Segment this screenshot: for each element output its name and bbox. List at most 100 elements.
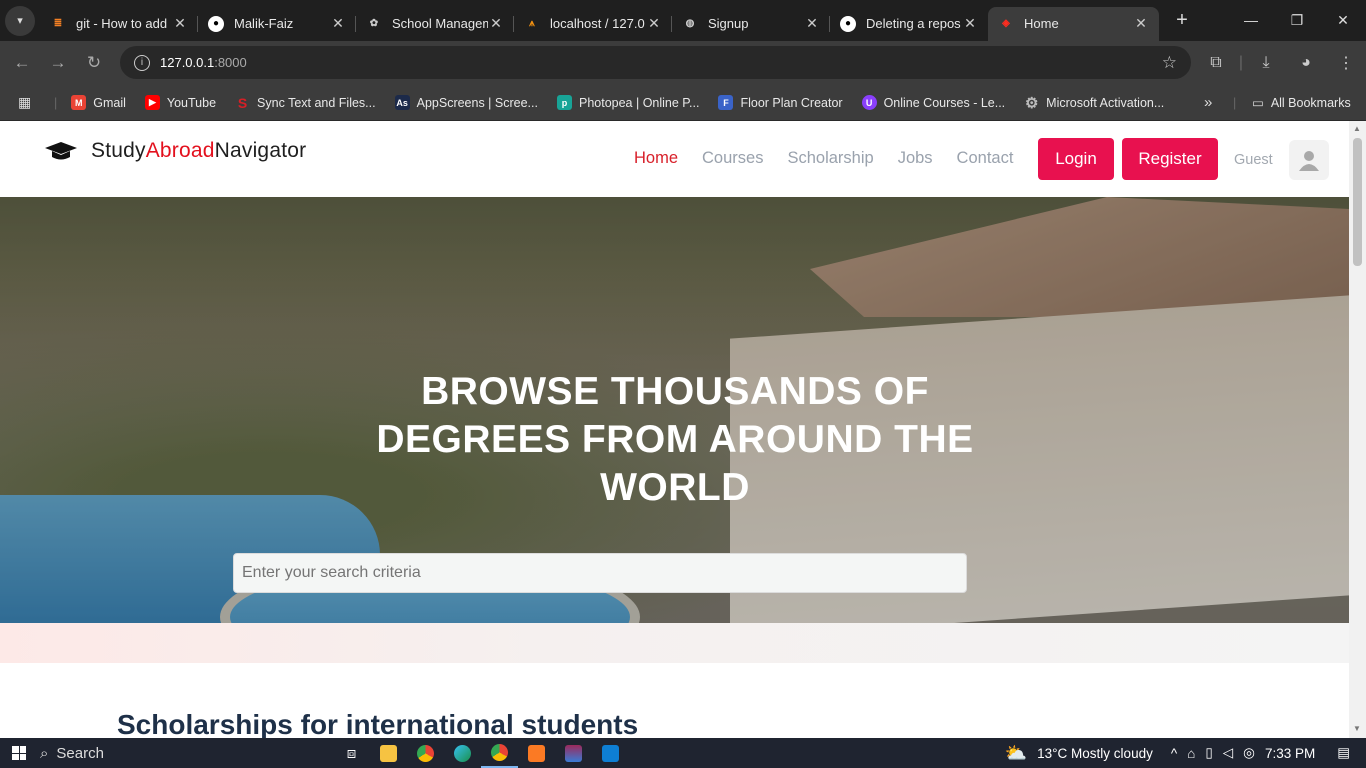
close-tab-icon[interactable]: ✕ xyxy=(962,15,978,32)
sync-icon: S xyxy=(237,94,248,111)
forward-arrow-icon[interactable]: → xyxy=(40,53,76,73)
nav-contact[interactable]: Contact xyxy=(957,149,1014,168)
edge-icon[interactable] xyxy=(444,738,481,768)
tab-title: Signup xyxy=(708,16,749,31)
vscode-icon[interactable] xyxy=(592,738,629,768)
back-arrow-icon[interactable]: ← xyxy=(4,53,40,73)
close-tab-icon[interactable]: ✕ xyxy=(1133,15,1149,32)
kebab-menu-icon[interactable]: ⋮ xyxy=(1326,53,1366,73)
stackoverflow-icon: ≣ xyxy=(53,18,63,29)
site-navbar: StudyAbroadNavigator Home Courses Schola… xyxy=(0,121,1349,197)
close-window-icon[interactable]: ✕ xyxy=(1320,0,1366,40)
chrome-icon[interactable] xyxy=(407,738,444,768)
user-icon xyxy=(1299,151,1319,171)
speaker-muted-icon[interactable]: ◁ xyxy=(1223,745,1233,761)
download-icon[interactable]: ⤓ xyxy=(1246,54,1286,72)
browser-tab[interactable]: ◍ Signup ✕ xyxy=(672,7,830,41)
restore-icon[interactable]: ❐ xyxy=(1274,0,1320,40)
address-bar[interactable]: i 127.0.0.1:8000 ☆ xyxy=(120,46,1191,79)
bookmark-label: Microsoft Activation... xyxy=(1046,95,1165,110)
photopea-icon: p xyxy=(556,95,572,110)
bookmark-label: Gmail xyxy=(93,95,126,110)
main-menu: Home Courses Scholarship Jobs Contact xyxy=(634,149,1037,168)
close-tab-icon[interactable]: ✕ xyxy=(646,15,662,32)
user-avatar[interactable] xyxy=(1289,140,1329,180)
scroll-up-icon[interactable]: ▲ xyxy=(1353,124,1361,133)
bookmark-appscreens[interactable]: As AppScreens | Scree... xyxy=(394,95,538,110)
nav-jobs[interactable]: Jobs xyxy=(898,149,933,168)
site-info-icon[interactable]: i xyxy=(134,54,150,71)
chevron-up-icon[interactable]: ^ xyxy=(1171,746,1177,761)
bookmark-star-icon[interactable]: ☆ xyxy=(1162,53,1177,73)
notifications-icon[interactable]: ▤ xyxy=(1337,745,1350,761)
browser-toolbar: ← → ↻ i 127.0.0.1:8000 ☆ ⧉ | ⤓ ◕ ⋮ xyxy=(0,41,1366,85)
browser-tab[interactable]: ● Malik-Faiz ✕ xyxy=(198,7,356,41)
register-button[interactable]: Register xyxy=(1122,138,1218,180)
login-button[interactable]: Login xyxy=(1038,138,1114,180)
hero-search-input[interactable] xyxy=(233,553,967,593)
close-tab-icon[interactable]: ✕ xyxy=(172,15,188,32)
close-tab-icon[interactable]: ✕ xyxy=(804,15,820,32)
task-view-icon[interactable]: ⧈ xyxy=(333,738,370,768)
browser-tab-active[interactable]: ◈ Home ✕ xyxy=(988,6,1159,41)
decorative-band xyxy=(0,623,1349,663)
bookmark-gmail[interactable]: M Gmail xyxy=(71,95,126,110)
bookmark-photopea[interactable]: p Photopea | Online P... xyxy=(556,95,699,110)
file-explorer-icon[interactable] xyxy=(370,738,407,768)
taskbar-search[interactable]: ⌕ Search xyxy=(40,745,230,762)
folder-icon: ▭ xyxy=(1252,96,1264,110)
profile-avatar-icon[interactable]: ◕ xyxy=(1286,54,1326,72)
more-bookmarks-chevron-icon[interactable]: » xyxy=(1204,94,1212,111)
appscreens-icon: As xyxy=(394,95,410,110)
bookmark-label: YouTube xyxy=(166,95,217,110)
bookmark-sync[interactable]: S Sync Text and Files... xyxy=(235,94,376,111)
nav-courses[interactable]: Courses xyxy=(702,149,763,168)
xampp-icon[interactable] xyxy=(518,738,555,768)
nav-scholarship[interactable]: Scholarship xyxy=(787,149,873,168)
bookmarks-bar: ▦ | M Gmail ▶ YouTube S Sync Text and Files… xyxy=(0,85,1366,121)
winrar-icon[interactable] xyxy=(555,738,592,768)
tab-search-chevron-icon[interactable]: ▾ xyxy=(5,5,35,36)
bookmark-label: AppScreens | Scree... xyxy=(416,95,538,110)
reload-icon[interactable]: ↻ xyxy=(76,53,112,73)
bookmark-label: Floor Plan Creator xyxy=(740,95,843,110)
bookmark-floorplan[interactable]: F Floor Plan Creator xyxy=(718,95,843,110)
graduation-cap-icon xyxy=(45,142,77,160)
browser-tab-bar: ▾ ≣ git - How to add ✕ ● Malik-Faiz ✕ ✿ Schoo… xyxy=(0,0,1366,41)
apps-grid-icon[interactable]: ▦ xyxy=(18,94,44,111)
browser-tab[interactable]: ● Deleting a repos ✕ xyxy=(830,7,988,41)
tab-title: School Managem xyxy=(392,16,488,31)
page-scrollbar[interactable]: ▲ ▼ xyxy=(1349,121,1366,738)
nav-home[interactable]: Home xyxy=(634,149,678,168)
globe-network-icon[interactable]: ◎ xyxy=(1243,745,1255,761)
close-tab-icon[interactable]: ✕ xyxy=(488,15,504,32)
clock-time[interactable]: 7:33 PM xyxy=(1265,746,1315,761)
bookmarks-divider: | xyxy=(1233,95,1237,110)
site-logo[interactable]: StudyAbroadNavigator xyxy=(45,139,306,163)
minimize-icon[interactable]: — xyxy=(1228,0,1274,40)
bookmark-microsoft[interactable]: ⚙ Microsoft Activation... xyxy=(1024,95,1165,112)
search-icon: ⌕ xyxy=(40,744,49,762)
laravel-icon: ◈ xyxy=(1002,18,1010,29)
browser-tab[interactable]: ⩚ localhost / 127.0 ✕ xyxy=(514,7,672,41)
chrome-active-icon[interactable] xyxy=(481,738,518,768)
browser-tab[interactable]: ✿ School Managem ✕ xyxy=(356,7,514,41)
new-tab-plus-icon[interactable]: + xyxy=(1167,9,1197,32)
bookmark-youtube[interactable]: ▶ YouTube xyxy=(144,95,217,110)
bookmark-online-courses[interactable]: U Online Courses - Le... xyxy=(861,95,1005,110)
weather-text[interactable]: 13°C Mostly cloudy xyxy=(1037,746,1153,761)
browser-tab[interactable]: ≣ git - How to add ✕ xyxy=(40,7,198,41)
windows-start-icon[interactable] xyxy=(12,746,26,760)
all-bookmarks[interactable]: ▭ All Bookmarks xyxy=(1252,95,1351,111)
globe-icon: ◍ xyxy=(685,18,695,29)
youtube-icon: ▶ xyxy=(144,95,160,110)
weather-cloud-icon[interactable]: ⛅ xyxy=(1005,743,1027,764)
udemy-icon: U xyxy=(861,95,877,110)
close-tab-icon[interactable]: ✕ xyxy=(330,15,346,32)
scroll-down-icon[interactable]: ▼ xyxy=(1353,724,1361,733)
scrollbar-thumb[interactable] xyxy=(1353,138,1362,266)
network-devices-icon[interactable]: ⌂ xyxy=(1187,746,1195,761)
tab-title: git - How to add xyxy=(76,16,168,31)
extensions-icon[interactable]: ⧉ xyxy=(1196,54,1236,72)
tablet-icon[interactable]: ▯ xyxy=(1205,745,1212,761)
